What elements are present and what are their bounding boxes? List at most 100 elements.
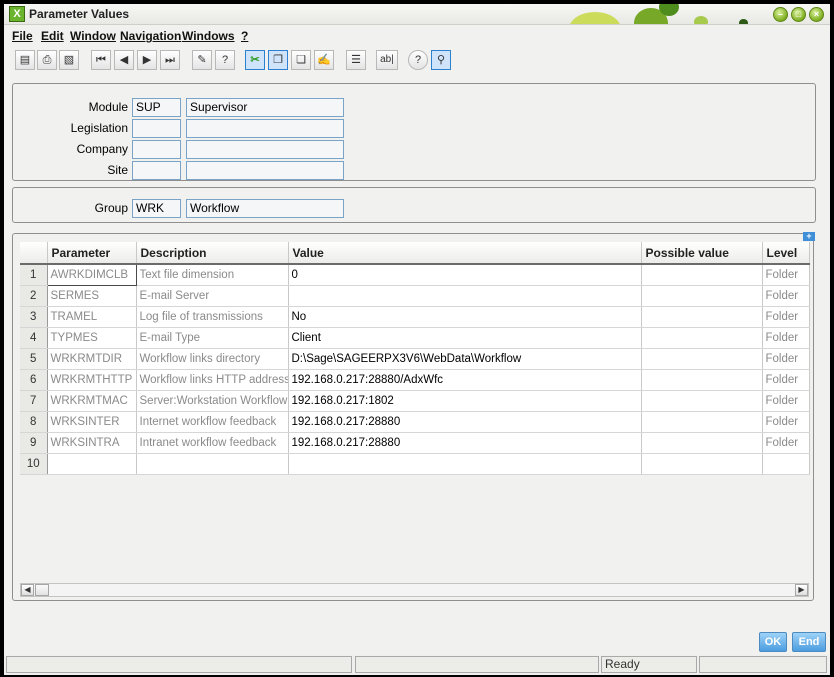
menu-window[interactable]: Window — [70, 29, 116, 43]
previous-record-icon[interactable]: ◀ — [114, 50, 134, 70]
column-header-level[interactable]: Level — [762, 242, 810, 265]
description-cell: E-mail Type — [136, 327, 289, 349]
scroll-right-icon[interactable]: ▶ — [795, 584, 808, 596]
help-icon[interactable]: ? — [215, 50, 235, 70]
description-cell: Workflow links directory — [136, 348, 289, 370]
legislation-code-field[interactable] — [132, 119, 181, 138]
value-cell[interactable] — [288, 453, 642, 475]
module-name-field: Supervisor — [186, 98, 344, 117]
row-number: 9 — [20, 432, 48, 454]
value-cell[interactable]: 192.168.0.217:28880/AdxWfc — [288, 369, 642, 391]
status-bar: Ready — [4, 655, 830, 675]
horizontal-scrollbar[interactable]: ◀ ▶ — [20, 583, 809, 597]
description-cell: Intranet workflow feedback — [136, 432, 289, 454]
scroll-thumb[interactable] — [35, 584, 49, 596]
menu-edit[interactable]: Edit — [41, 29, 64, 43]
column-header-possible-value[interactable]: Possible value — [641, 242, 763, 265]
minimize-button[interactable]: – — [773, 7, 788, 22]
first-record-icon[interactable]: ⏮ — [91, 50, 111, 70]
menu-navigation[interactable]: Navigation — [120, 29, 181, 43]
column-header-value[interactable]: Value — [288, 242, 642, 265]
value-cell[interactable]: D:\Sage\SAGEERPX3V6\WebData\Workflow — [288, 348, 642, 370]
table-row[interactable]: 8 WRKSINTER Internet workflow feedback 1… — [20, 411, 810, 433]
description-cell — [136, 453, 289, 475]
column-header-parameter[interactable]: Parameter — [47, 242, 137, 265]
parameter-cell[interactable]: AWRKDIMCLB — [46, 263, 137, 286]
value-cell[interactable]: 192.168.0.217:28880 — [288, 411, 642, 433]
end-button[interactable]: End — [792, 632, 826, 652]
table-row[interactable]: 10 — [20, 453, 810, 475]
row-number: 5 — [20, 348, 48, 370]
table-row[interactable]: 4 TYPMES E-mail Type Client Folder — [20, 327, 810, 349]
possible-value-cell — [641, 327, 763, 349]
legislation-name-field — [186, 119, 344, 138]
table-row[interactable]: 9 WRKSINTRA Intranet workflow feedback 1… — [20, 432, 810, 454]
row-number-header — [20, 242, 48, 265]
value-cell[interactable]: Client — [288, 327, 642, 349]
column-header-description[interactable]: Description — [136, 242, 289, 265]
text-field-icon[interactable]: ab| — [376, 50, 398, 70]
level-cell: Folder — [762, 348, 810, 370]
list-icon[interactable]: ☰ — [346, 50, 366, 70]
table-row[interactable]: 2 SERMES E-mail Server Folder — [20, 285, 810, 307]
table-row[interactable]: 3 TRAMEL Log file of transmissions No Fo… — [20, 306, 810, 328]
close-button[interactable]: × — [809, 7, 824, 22]
module-code-field[interactable]: SUP — [132, 98, 181, 117]
menu-windows[interactable]: Windows — [182, 29, 235, 43]
scroll-left-icon[interactable]: ◀ — [21, 584, 34, 596]
possible-value-cell — [641, 432, 763, 454]
expand-grid-icon[interactable]: + — [803, 232, 815, 241]
maximize-button[interactable]: □ — [791, 7, 806, 22]
parameter-cell[interactable]: WRKRMTMAC — [47, 390, 137, 412]
description-cell: Workflow links HTTP address — [136, 369, 289, 391]
module-label: Module — [88, 100, 128, 114]
parameter-cell[interactable]: TRAMEL — [47, 306, 137, 328]
value-cell[interactable] — [288, 285, 642, 307]
header-panel: Module SUP Supervisor Legislation Compan… — [12, 83, 816, 181]
group-code-field[interactable]: WRK — [132, 199, 181, 218]
title-bar: X Parameter Values – □ × — [4, 4, 830, 25]
status-segment-4 — [699, 656, 827, 673]
value-cell[interactable]: 0 — [288, 264, 642, 286]
last-record-icon[interactable]: ⏭ — [160, 50, 180, 70]
menu-file[interactable]: File — [12, 29, 33, 43]
parameter-cell[interactable]: WRKSINTRA — [47, 432, 137, 454]
edit-icon[interactable]: ✍ — [314, 50, 334, 70]
site-code-field[interactable] — [132, 161, 181, 180]
parameter-cell[interactable]: TYPMES — [47, 327, 137, 349]
status-text: Ready — [601, 656, 697, 673]
table-row[interactable]: 7 WRKRMTMAC Server:Workstation Workflow … — [20, 390, 810, 412]
description-cell: Text file dimension — [136, 264, 289, 286]
table-row[interactable]: 5 WRKRMTDIR Workflow links directory D:\… — [20, 348, 810, 370]
possible-value-cell — [641, 306, 763, 328]
table-header-row: Parameter Description Value Possible val… — [20, 242, 810, 265]
parameter-cell[interactable]: WRKSINTER — [47, 411, 137, 433]
parameter-cell[interactable]: WRKRMTDIR — [47, 348, 137, 370]
new-icon[interactable]: ▤ — [15, 50, 35, 70]
paste-icon[interactable]: ❏ — [291, 50, 311, 70]
row-number: 4 — [20, 327, 48, 349]
possible-value-cell — [641, 411, 763, 433]
value-cell[interactable]: 192.168.0.217:1802 — [288, 390, 642, 412]
value-cell[interactable]: 192.168.0.217:28880 — [288, 432, 642, 454]
about-icon[interactable]: ? — [408, 50, 428, 70]
value-cell[interactable]: No — [288, 306, 642, 328]
company-label: Company — [76, 142, 128, 156]
print-icon[interactable]: ⎙ — [37, 50, 57, 70]
parameter-cell[interactable]: WRKRMTHTTP — [47, 369, 137, 391]
menu-help[interactable]: ? — [241, 29, 248, 43]
company-code-field[interactable] — [132, 140, 181, 159]
search-icon[interactable]: ⚲ — [431, 50, 451, 70]
level-cell: Folder — [762, 285, 810, 307]
parameter-cell[interactable]: SERMES — [47, 285, 137, 307]
cut-icon[interactable]: ✂ — [245, 50, 265, 70]
next-record-icon[interactable]: ▶ — [137, 50, 157, 70]
print-preview-icon[interactable]: ▧ — [59, 50, 79, 70]
group-panel: Group WRK Workflow — [12, 187, 816, 223]
table-row[interactable]: 1 AWRKDIMCLB Text file dimension 0 Folde… — [20, 263, 810, 286]
ok-button[interactable]: OK — [759, 632, 787, 652]
table-row[interactable]: 6 WRKRMTHTTP Workflow links HTTP address… — [20, 369, 810, 391]
copy-icon[interactable]: ❐ — [268, 50, 288, 70]
attach-icon[interactable]: ✎ — [192, 50, 212, 70]
parameter-cell[interactable] — [47, 453, 137, 475]
